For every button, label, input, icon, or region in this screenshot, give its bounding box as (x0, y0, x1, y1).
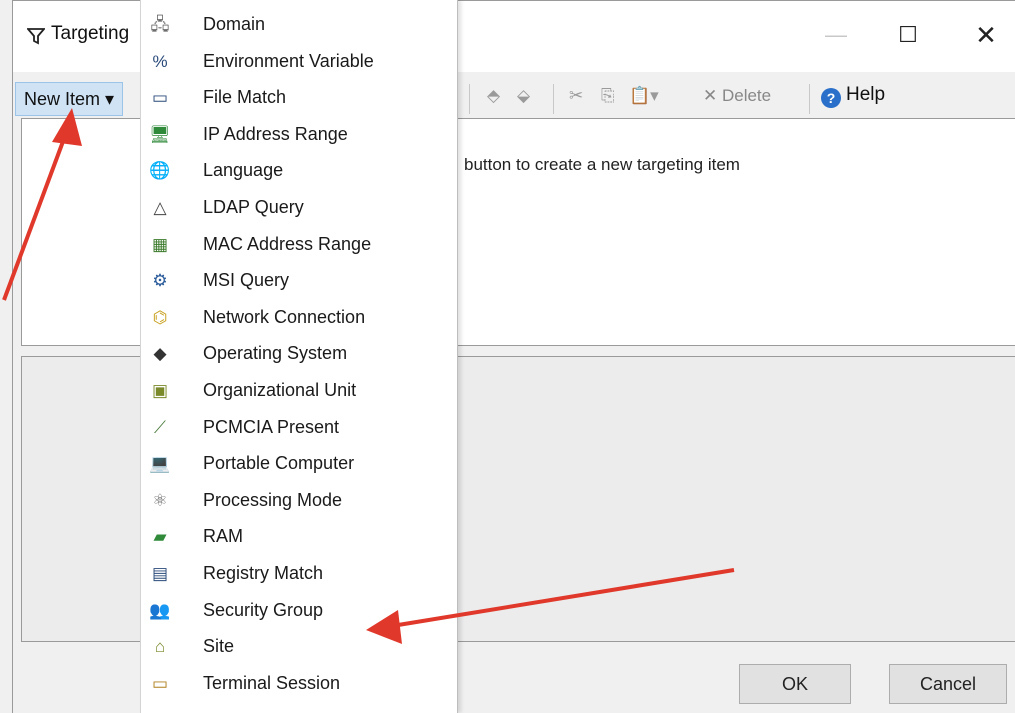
toolbar-separator (809, 84, 810, 114)
menu-item-ram[interactable]: ▰ RAM (141, 520, 457, 556)
menu-item-processing-mode[interactable]: ⚛ Processing Mode (141, 484, 457, 520)
help-button[interactable]: ? Help (821, 84, 885, 108)
window-title: Targeting (51, 23, 130, 44)
menu-item-label: Network Connection (203, 306, 366, 327)
domain-icon: 🖧 (150, 15, 170, 34)
menu-item-security-group[interactable]: 👥 Security Group (141, 594, 457, 630)
move-down-icon[interactable]: ⬙ (517, 86, 530, 106)
menu-item-label: RAM (203, 526, 243, 547)
menu-item-label: Operating System (203, 343, 348, 364)
menu-item-domain[interactable]: 🖧 Domain (141, 8, 457, 44)
menu-item-file-match[interactable]: ▭ File Match (141, 81, 457, 117)
menu-item-ip-address-range[interactable]: 🖥 IP Address Range (141, 118, 457, 154)
menu-item-label: PCMCIA Present (203, 416, 340, 437)
filter-icon (27, 28, 45, 45)
close-button[interactable]: ✕ (963, 19, 1009, 51)
help-label: Help (846, 84, 886, 105)
menu-item-label: MAC Address Range (203, 233, 372, 254)
menu-item-label: Domain (203, 14, 266, 34)
menu-item-label: Environment Variable (203, 50, 374, 71)
menu-item-label: Registry Match (203, 563, 324, 583)
cancel-button[interactable]: Cancel (889, 664, 1007, 704)
menu-item-msi-query[interactable]: ⚙ MSI Query (141, 264, 457, 300)
toolbar-separator (553, 84, 554, 114)
menu-item-label: LDAP Query (203, 197, 304, 217)
menu-item-pcmcia-present[interactable]: ⟋ PCMCIA Present (141, 411, 457, 447)
menu-item-language[interactable]: 🌐 Language (141, 154, 457, 190)
menu-item-mac-address-range[interactable]: ▦ MAC Address Range (141, 228, 457, 264)
help-icon: ? (821, 88, 841, 108)
mac-address-range-icon: ▦ (151, 234, 169, 254)
delete-button[interactable]: ✕ Delete (703, 86, 771, 106)
copy-icon[interactable]: ⎘ (601, 86, 615, 106)
toolbar-separator (469, 84, 470, 114)
menu-item-registry-match[interactable]: ▤ Registry Match (141, 557, 457, 593)
menu-item-label: Organizational Unit (203, 380, 357, 400)
menu-item-terminal-session[interactable]: ▭ Terminal Session (141, 667, 457, 703)
registry-match-icon: ▤ (151, 564, 169, 583)
environment-variable-icon: % (152, 51, 168, 71)
menu-item-portable-computer[interactable]: 💻 Portable Computer (141, 447, 457, 483)
pcmcia-present-icon: ⟋ (154, 417, 166, 437)
menu-item-network-connection[interactable]: ⌬ Network Connection (141, 301, 457, 337)
site-icon: ⌂ (154, 637, 166, 657)
terminal-session-icon: ▭ (151, 673, 169, 693)
menu-item-organizational-unit[interactable]: ▣ Organizational Unit (141, 374, 457, 410)
new-item-dropdown-menu: 🖧 Domain% Environment Variable ▭ File Match 🖥… (140, 0, 458, 713)
menu-item-label: Terminal Session (203, 672, 341, 693)
security-group-icon: 👥 (149, 600, 171, 620)
new-item-button[interactable]: New Item ▾ (15, 82, 124, 116)
file-match-icon: ▭ (151, 88, 169, 108)
menu-item-label: Security Group (203, 599, 324, 620)
ok-button[interactable]: OK (739, 664, 851, 704)
portable-computer-icon: 💻 (149, 454, 171, 474)
menu-item-label: MSI Query (203, 270, 290, 291)
ip-address-range-icon: 🖥 (149, 124, 171, 144)
move-up-icon[interactable]: ⬘ (487, 86, 500, 106)
empty-hint-text: button to create a new targeting item (464, 155, 740, 174)
ram-icon: ▰ (153, 527, 167, 547)
menu-item-site[interactable]: ⌂ Site (141, 630, 457, 666)
operating-system-icon: ◆ (153, 344, 167, 364)
processing-mode-icon: ⚛ (152, 490, 168, 510)
menu-item-environment-variable[interactable]: % Environment Variable (141, 45, 457, 81)
menu-item-label: Processing Mode (203, 489, 343, 510)
menu-item-label: Site (203, 636, 235, 657)
ldap-query-icon: △ (153, 198, 167, 217)
menu-item-label: Portable Computer (203, 453, 355, 474)
network-connection-icon: ⌬ (152, 307, 168, 327)
msi-query-icon: ⚙ (152, 271, 168, 291)
organizational-unit-icon: ▣ (151, 381, 169, 400)
paste-icon[interactable]: 📋▾ (629, 86, 659, 106)
cut-icon[interactable]: ✂ (569, 86, 583, 106)
language-icon: 🌐 (149, 161, 171, 181)
menu-item-operating-system[interactable]: ◆ Operating System (141, 337, 457, 373)
menu-item-label: File Match (203, 87, 287, 108)
menu-item-label: Language (203, 160, 284, 181)
maximize-button[interactable]: ☐ (885, 19, 931, 51)
menu-item-label: IP Address Range (203, 123, 348, 144)
menu-item-ldap-query[interactable]: △ LDAP Query (141, 191, 457, 227)
minimize-button[interactable]: — (813, 19, 859, 51)
